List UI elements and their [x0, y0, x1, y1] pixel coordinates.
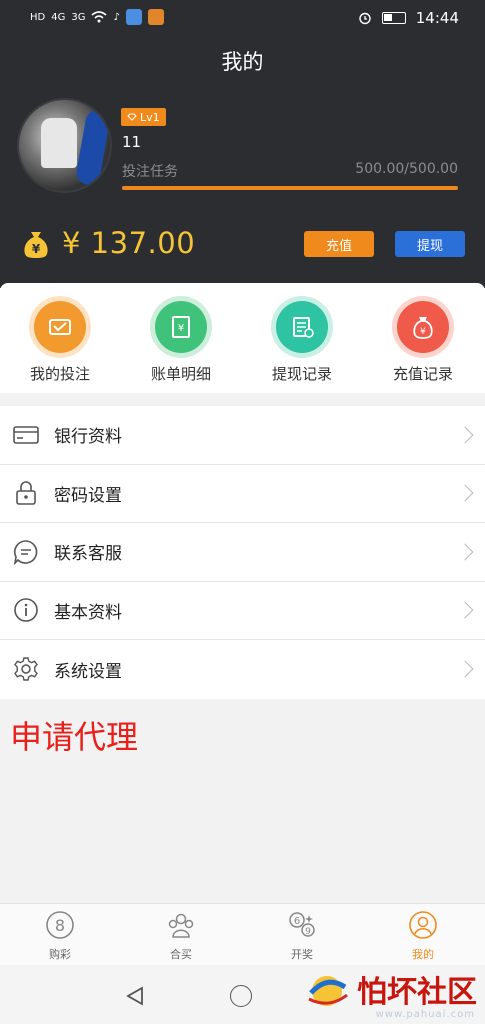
svg-text:¥: ¥: [178, 323, 184, 334]
quick-action-withdraw-record[interactable]: 提现记录: [242, 301, 362, 384]
hd-icon: HD: [30, 11, 46, 23]
recharge-button[interactable]: 充值: [304, 231, 374, 257]
quick-action-label: 我的投注: [29, 365, 90, 383]
watermark-text: 怕坏社区: [357, 975, 477, 1010]
menu-item-password-settings[interactable]: 密码设置: [0, 465, 485, 523]
tab-label: 购彩: [49, 948, 71, 961]
svg-text:9: 9: [305, 927, 311, 937]
quick-action-label: 账单明细: [150, 365, 211, 383]
status-time: 14:44: [415, 9, 459, 27]
menu-item-basic-info[interactable]: 基本资料: [0, 582, 485, 640]
tab-profile[interactable]: 我的: [373, 910, 473, 962]
lottery-icon: 8: [46, 911, 74, 939]
chevron-right-icon: [456, 426, 474, 444]
quick-action-my-bets[interactable]: 我的投注: [0, 301, 120, 384]
menu-item-label: 密码设置: [54, 485, 122, 506]
avatar[interactable]: [17, 98, 112, 193]
battery-icon: [381, 12, 406, 24]
bank-card-icon: [12, 421, 40, 449]
withdraw-record-icon: [276, 301, 328, 353]
status-icons-right: 14:44: [358, 9, 459, 27]
tab-label: 我的: [412, 948, 434, 961]
apply-agent-link[interactable]: 申请代理: [10, 712, 138, 758]
watermark-url: www.pahuai.com: [375, 1009, 475, 1020]
quick-action-label: 充值记录: [392, 365, 453, 383]
signal-4g-icon: 4G: [51, 11, 66, 23]
chat-icon: [12, 538, 40, 566]
bottom-tab-bar: 8 购彩 合买 69 开奖 我的: [0, 903, 485, 965]
recharge-record-icon: ¥: [397, 301, 449, 353]
diamond-icon: [127, 113, 137, 121]
bill-details-icon: ¥: [155, 301, 207, 353]
lock-icon: [12, 479, 40, 507]
username: 11: [122, 133, 142, 151]
tab-lottery[interactable]: 8 购彩: [10, 910, 110, 962]
task-value: 500.00/500.00: [355, 161, 458, 177]
menu-item-label: 联系客服: [54, 544, 122, 565]
task-progress-fill: [122, 186, 458, 190]
task-label: 投注任务: [122, 164, 178, 180]
wifi-icon: [91, 11, 108, 23]
app-notification-icon: [125, 9, 142, 25]
svg-text:6: 6: [294, 916, 300, 927]
chevron-right-icon: [456, 601, 474, 619]
page-title: 我的: [221, 50, 264, 74]
svg-text:¥: ¥: [32, 242, 41, 256]
quick-action-bill-details[interactable]: ¥ 账单明细: [121, 301, 241, 384]
back-triangle-icon[interactable]: [124, 985, 146, 1007]
draw-results-icon: 69: [289, 912, 315, 937]
signal-3g-icon: 3G: [71, 11, 86, 23]
svg-text:¥: ¥: [420, 327, 426, 337]
menu-item-bank-info[interactable]: 银行资料: [0, 406, 485, 465]
level-badge: Lv1: [121, 108, 166, 126]
tab-group-buy[interactable]: 合买: [131, 910, 231, 962]
task-progress-bar: [122, 186, 458, 190]
system-nav-bar: 怕坏社区 www.pahuai.com: [0, 965, 485, 1024]
svg-text:8: 8: [55, 916, 65, 935]
status-icons-left: HD 4G 3G ♪: [30, 9, 164, 25]
chevron-right-icon: [456, 543, 474, 561]
home-circle-icon[interactable]: [230, 985, 252, 1007]
watermark-logo-icon: [308, 976, 348, 1006]
quick-actions-panel: 我的投注 ¥ 账单明细 提现记录 ¥ 充值记录: [0, 283, 485, 393]
quick-action-recharge-record[interactable]: ¥ 充值记录: [363, 301, 483, 384]
tab-label: 开奖: [291, 948, 313, 961]
status-bar: HD 4G 3G ♪ 14:44: [0, 0, 485, 38]
settings-menu: 银行资料 密码设置 联系客服 基本资料 系统设置: [0, 406, 485, 699]
quick-action-label: 提现记录: [271, 365, 332, 383]
app-notification-icon: [147, 9, 164, 25]
menu-item-system-settings[interactable]: 系统设置: [0, 640, 485, 699]
my-bets-icon: [34, 301, 86, 353]
profile-header: 我的 Lv1 11 投注任务 500.00/500.00 ¥ ¥ 137.00 …: [0, 38, 485, 288]
tab-draw-results[interactable]: 69 开奖: [252, 910, 352, 962]
menu-item-contact-support[interactable]: 联系客服: [0, 523, 485, 582]
tab-label: 合买: [170, 948, 192, 961]
info-icon: [12, 596, 40, 624]
chevron-right-icon: [456, 660, 474, 678]
group-buy-icon: [168, 913, 194, 938]
alarm-icon: [359, 12, 371, 25]
gear-icon: [12, 655, 40, 683]
money-bag-icon: ¥: [24, 232, 48, 258]
menu-item-label: 银行资料: [54, 427, 122, 448]
chevron-right-icon: [456, 484, 474, 502]
tiktok-icon: ♪: [113, 11, 120, 23]
level-label: Lv1: [140, 110, 160, 124]
profile-icon: [409, 911, 437, 939]
menu-item-label: 系统设置: [54, 661, 122, 682]
menu-item-label: 基本资料: [54, 602, 122, 623]
watermark: 怕坏社区: [303, 967, 477, 1011]
balance-amount: ¥ 137.00: [62, 226, 196, 260]
withdraw-button[interactable]: 提现: [395, 231, 465, 257]
